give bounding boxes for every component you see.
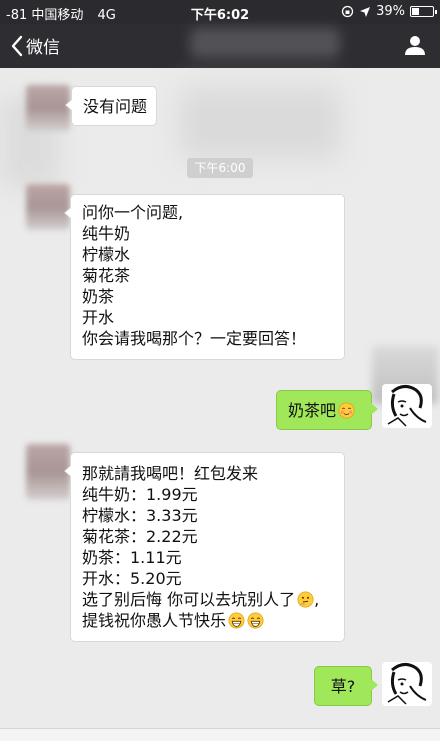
thinking-face-icon <box>297 591 314 608</box>
message-received[interactable]: 没有问题 <box>65 86 157 126</box>
back-button[interactable]: 微信 <box>10 33 60 58</box>
message-line: 开水 <box>82 308 115 327</box>
location-arrow-icon <box>360 6 371 17</box>
avatar-self[interactable] <box>382 662 432 706</box>
message-sent[interactable]: 奶茶吧 <box>276 390 378 430</box>
status-bar: -81 中国移动 4G 下午6:02 39% <box>0 0 440 24</box>
message-sent[interactable]: 草? <box>314 666 378 706</box>
message-text: 选了别后悔 你可以去坑别人了 <box>82 590 296 609</box>
nav-bar: 微信 <box>0 24 440 68</box>
message-line: 奶茶：1.11元 <box>82 548 182 567</box>
message-line: 问你一个问题, <box>82 203 184 222</box>
sketch-portrait-icon <box>387 385 427 427</box>
message-line: 纯牛奶 <box>82 224 131 243</box>
status-right: 39% <box>341 4 437 19</box>
chevron-left-icon <box>11 35 23 56</box>
avatar-self[interactable] <box>382 384 432 428</box>
grinning-face-icon <box>228 612 245 629</box>
message-line: 奶茶 <box>82 287 115 306</box>
message-received[interactable]: 问你一个问题, 纯牛奶 柠檬水 菊花茶 奶茶 开水 你会请我喝那个？一定要回答！ <box>64 194 345 360</box>
redacted-region <box>180 88 340 158</box>
chat-title-redacted <box>190 28 340 58</box>
battery-icon <box>410 6 437 17</box>
message-line: 菊花茶：2.22元 <box>82 527 198 546</box>
message-line: 没有问题 <box>83 97 148 116</box>
message-line: 开水：5.20元 <box>82 569 182 588</box>
comma: , <box>314 590 320 609</box>
message-line: 草? <box>330 677 356 696</box>
battery-percent: 39% <box>376 4 405 19</box>
message-line: 菊花茶 <box>82 266 131 285</box>
lock-rotation-icon <box>341 5 354 18</box>
message-line: 柠檬水 <box>82 245 131 264</box>
back-label: 微信 <box>26 38 60 58</box>
message-line: 你会请我喝那个？一定要回答！ <box>82 329 307 348</box>
message-received[interactable]: 那就請我喝吧！红包发来 纯牛奶：1.99元 柠檬水：3.33元 菊花茶：2.22… <box>64 452 345 642</box>
message-text: 提钱祝你愚人节快乐 <box>82 611 227 630</box>
message-text: 奶茶吧 <box>288 401 337 420</box>
blushing-face-icon <box>338 402 355 419</box>
input-bar[interactable] <box>0 728 440 741</box>
person-icon[interactable] <box>404 34 426 56</box>
message-line: 奶茶吧 <box>288 400 360 421</box>
chat-area[interactable]: 没有问题 下午6:00 问你一个问题, 纯牛奶 柠檬水 菊花茶 奶茶 开水 你会… <box>0 68 440 741</box>
message-timestamp: 下午6:00 <box>187 158 253 178</box>
sketch-portrait-icon <box>387 663 427 705</box>
message-line: 选了别后悔 你可以去坑别人了, <box>82 589 333 610</box>
message-line: 那就請我喝吧！红包发来 <box>82 464 259 483</box>
message-line: 纯牛奶：1.99元 <box>82 485 198 504</box>
message-line: 提钱祝你愚人节快乐 <box>82 610 333 631</box>
message-line: 柠檬水：3.33元 <box>82 506 198 525</box>
avatar-contact[interactable] <box>26 85 70 131</box>
grinning-face-icon <box>247 612 264 629</box>
